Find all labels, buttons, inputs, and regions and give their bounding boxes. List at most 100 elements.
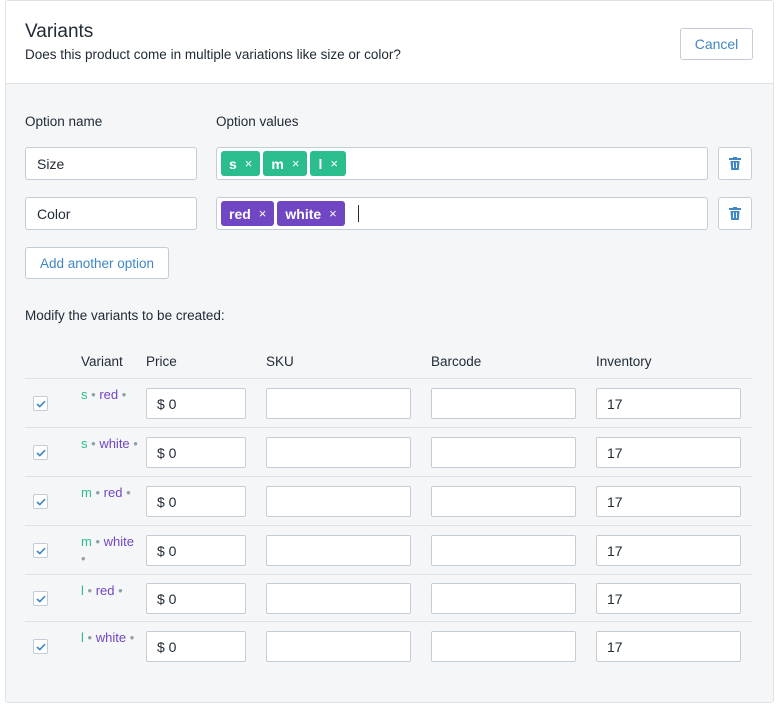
variants-heading: Modify the variants to be created:: [25, 308, 225, 323]
price-input[interactable]: $ 0: [146, 535, 246, 566]
table-row: m • red • $ 0 17: [25, 476, 752, 525]
table-row: m • white • $ 0 17: [25, 525, 752, 574]
variant-checkbox[interactable]: [33, 396, 48, 411]
variant-separator: •: [81, 551, 86, 566]
variant-label: m • red •: [81, 484, 141, 501]
variant-size: s: [81, 436, 88, 451]
column-header-variant: Variant: [81, 354, 123, 369]
inventory-input[interactable]: 17: [596, 535, 741, 566]
variant-color: red: [103, 485, 123, 500]
variant-separator: •: [133, 436, 138, 451]
option-value-tag: white ×: [277, 201, 345, 226]
barcode-input[interactable]: [431, 535, 576, 566]
variant-separator: •: [129, 630, 135, 645]
barcode-input[interactable]: [431, 388, 576, 419]
variant-color: white: [99, 436, 130, 451]
variant-checkbox[interactable]: [33, 591, 48, 606]
inventory-input[interactable]: 17: [596, 437, 741, 468]
barcode-input[interactable]: [431, 486, 576, 517]
checkmark-icon: [35, 643, 46, 651]
variant-label: m • white •: [81, 533, 141, 567]
trash-icon: [729, 207, 741, 220]
variant-separator: •: [87, 583, 93, 598]
inventory-input[interactable]: 17: [596, 388, 741, 419]
variant-size: m: [81, 485, 92, 500]
variant-color: red: [99, 387, 119, 402]
variant-label: s • red •: [81, 386, 141, 403]
variant-separator: •: [118, 583, 123, 598]
cancel-button[interactable]: Cancel: [680, 28, 753, 60]
page-subtitle: Does this product come in multiple varia…: [25, 47, 401, 62]
inventory-input[interactable]: 17: [596, 583, 741, 614]
table-row: l • red • $ 0 17: [25, 574, 752, 621]
delete-option-button[interactable]: [718, 197, 752, 230]
table-row: s • white • $ 0 17: [25, 427, 752, 476]
option-value-label: l: [318, 155, 323, 172]
variant-label: l • white •: [81, 629, 141, 646]
price-input[interactable]: $ 0: [146, 437, 246, 468]
variant-separator: •: [95, 485, 101, 500]
variant-checkbox[interactable]: [33, 494, 48, 509]
barcode-input[interactable]: [431, 631, 576, 662]
variant-size: s: [81, 387, 88, 402]
variant-size: l: [81, 583, 84, 598]
variant-separator: •: [91, 387, 96, 402]
sku-input[interactable]: [266, 583, 411, 614]
option-name-label: Option name: [25, 114, 103, 129]
sku-input[interactable]: [266, 437, 411, 468]
checkmark-icon: [35, 595, 46, 603]
sku-input[interactable]: [266, 631, 411, 662]
variant-separator: •: [91, 436, 96, 451]
barcode-input[interactable]: [431, 437, 576, 468]
inventory-input[interactable]: 17: [596, 486, 741, 517]
remove-tag-icon[interactable]: ×: [259, 206, 267, 221]
variant-checkbox[interactable]: [33, 639, 48, 654]
price-input[interactable]: $ 0: [146, 486, 246, 517]
table-row: l • white • $ 0 17: [25, 621, 752, 671]
checkmark-icon: [35, 547, 46, 555]
variant-separator: •: [95, 534, 101, 549]
variant-size: m: [81, 534, 92, 549]
sku-input[interactable]: [266, 388, 411, 419]
variant-label: s • white •: [81, 435, 141, 452]
column-header-price: Price: [146, 354, 177, 369]
price-input[interactable]: $ 0: [146, 388, 246, 419]
trash-icon: [729, 157, 741, 170]
option-value-tag: l ×: [310, 151, 346, 176]
variant-separator: •: [87, 630, 93, 645]
option-value-tag: m ×: [263, 151, 308, 176]
remove-tag-icon[interactable]: ×: [245, 156, 253, 171]
add-option-button[interactable]: Add another option: [25, 247, 169, 279]
sku-input[interactable]: [266, 535, 411, 566]
option-value-label: white: [285, 205, 322, 222]
variant-separator: •: [121, 387, 127, 402]
option-name-input[interactable]: Size: [25, 147, 197, 180]
variant-checkbox[interactable]: [33, 445, 48, 460]
table-row: s • red • $ 0 17: [25, 378, 752, 427]
remove-tag-icon[interactable]: ×: [292, 156, 300, 171]
barcode-input[interactable]: [431, 583, 576, 614]
delete-option-button[interactable]: [718, 147, 752, 180]
checkmark-icon: [35, 449, 46, 457]
sku-input[interactable]: [266, 486, 411, 517]
variant-color: red: [95, 583, 115, 598]
remove-tag-icon[interactable]: ×: [330, 156, 338, 171]
option-value-label: m: [271, 155, 284, 172]
option-value-label: red: [229, 205, 251, 222]
variant-checkbox[interactable]: [33, 543, 48, 558]
option-values-input[interactable]: s × m × l ×: [216, 147, 708, 180]
variants-card: Variants Does this product come in multi…: [5, 0, 774, 703]
variant-separator: •: [126, 485, 131, 500]
column-header-inventory: Inventory: [596, 354, 652, 369]
remove-tag-icon[interactable]: ×: [329, 206, 337, 221]
inventory-input[interactable]: 17: [596, 631, 741, 662]
page-title: Variants: [25, 21, 94, 42]
option-values-label: Option values: [216, 114, 299, 129]
option-values-input[interactable]: red × white ×: [216, 197, 708, 230]
price-input[interactable]: $ 0: [146, 631, 246, 662]
checkmark-icon: [35, 498, 46, 506]
checkmark-icon: [35, 400, 46, 408]
price-input[interactable]: $ 0: [146, 583, 246, 614]
option-name-input[interactable]: Color: [25, 197, 197, 230]
option-value-label: s: [229, 155, 237, 172]
